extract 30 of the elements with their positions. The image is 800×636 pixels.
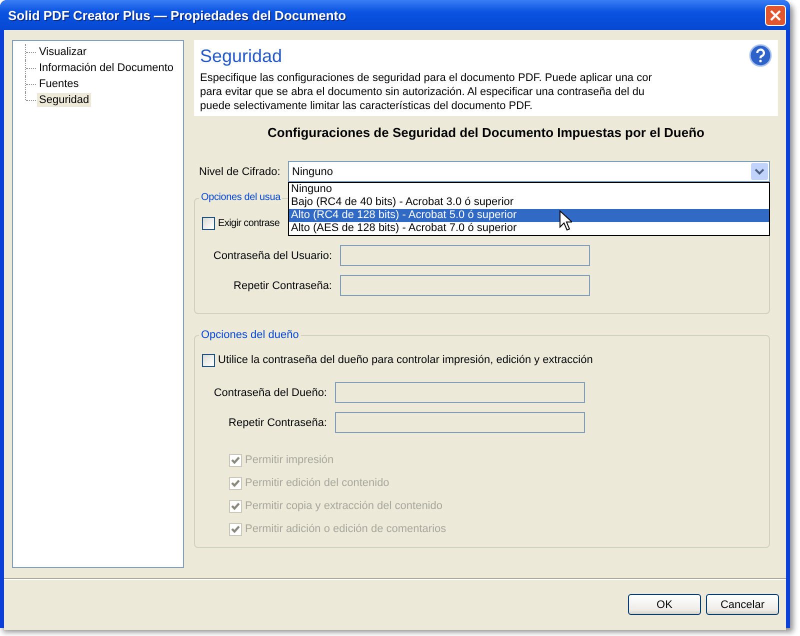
tree-item[interactable]: Seguridad — [37, 93, 92, 107]
checkbox-label: Permitir impresión — [245, 454, 334, 466]
tree-item[interactable]: Fuentes — [37, 77, 81, 91]
close-icon[interactable] — [765, 4, 786, 26]
checkbox[interactable] — [202, 354, 215, 366]
tree-item[interactable]: Visualizar — [37, 45, 88, 59]
cursor-icon — [559, 210, 572, 231]
dropdown-option[interactable]: Alto (RC4 de 128 bits) - Acrobat 5.0 ó superior — [289, 209, 769, 222]
window-title: Solid PDF Creator Plus — Propiedades del Documento — [8, 8, 346, 22]
field-label: Nivel de Cifrado: — [199, 166, 282, 178]
description-text: Especifique las configuraciones de seguridad para el documento PDF. Puede aplicar una cor para evitar que se abra el documento sin autorización. Al especificar una contraseña del du puede selectivamente limitar las características del documento PDF. — [200, 71, 652, 113]
checkbox-label: Permitir edición del contenido — [245, 477, 390, 489]
checkbox-label: Permitir copia y extracción del contenido — [245, 500, 442, 512]
field-label: Repetir Contraseña: — [228, 416, 328, 428]
help-icon[interactable] — [749, 44, 772, 67]
field-label: Contraseña del Dueño: — [212, 386, 328, 398]
checkbox-label: Utilice la contraseña del dueño para controlar impresión, edición y extracción — [218, 354, 593, 366]
group-legend: Opciones del usua — [199, 192, 282, 203]
dropdown[interactable]: Ninguno — [288, 161, 770, 182]
group-legend: Opciones del dueño — [199, 329, 301, 341]
checkbox-label: Permitir adición o edición de comentarios — [245, 523, 446, 535]
checkbox[interactable] — [202, 216, 215, 230]
ok-button[interactable]: OK — [628, 594, 701, 615]
cancel-button[interactable]: Cancelar — [706, 594, 779, 615]
field-label: Repetir Contraseña: — [232, 280, 333, 292]
tree-item[interactable]: Información del Documento — [37, 61, 176, 75]
field-label: Contraseña del Usuario: — [212, 250, 333, 262]
checkbox-label: Exigir contrase — [218, 218, 280, 228]
section-heading: Configuraciones de Seguridad del Documento Impuestas por el Dueño — [266, 125, 706, 140]
page-title: Seguridad — [200, 45, 282, 67]
